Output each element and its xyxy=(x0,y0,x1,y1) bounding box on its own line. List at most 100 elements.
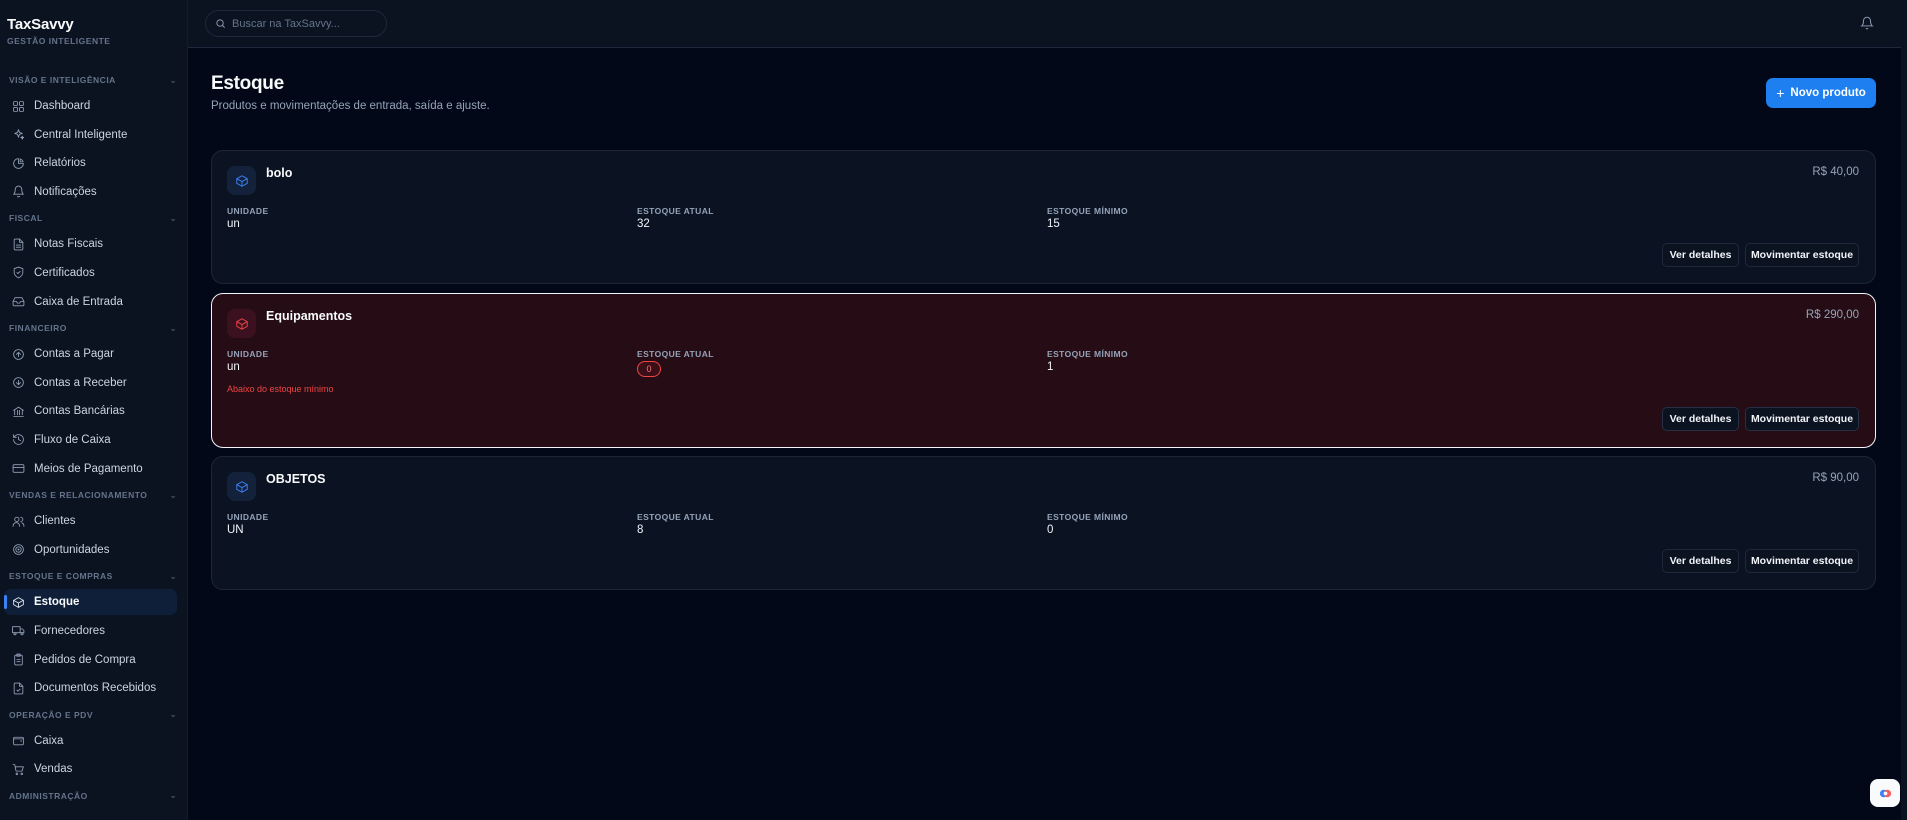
sidebar-item-caixa-de-entrada[interactable]: Caixa de Entrada xyxy=(4,289,177,315)
sidebar-item-label: Fluxo de Caixa xyxy=(34,433,111,446)
sidebar-item-label: Relatórios xyxy=(34,157,86,170)
page-title: Estoque xyxy=(211,73,284,94)
notifications-button[interactable] xyxy=(1860,16,1874,30)
sidebar-item-label: Dashboard xyxy=(34,100,91,112)
product-name: OBJETOS xyxy=(266,472,326,486)
sparkles-icon xyxy=(14,129,25,140)
chevron-down-icon: ⌄ xyxy=(169,75,177,85)
below-minimum-warning: Abaixo do estoque mínimo xyxy=(227,384,334,394)
bank-icon xyxy=(13,406,24,417)
sidebar-item-caixa[interactable]: Caixa xyxy=(4,728,177,754)
sidebar-item-label: Certificados xyxy=(34,266,95,279)
view-details-button[interactable]: Ver detalhes xyxy=(1662,243,1739,267)
chevron-down-icon: ⌄ xyxy=(169,791,177,801)
sidebar-item-pedidos-de-compra[interactable]: Pedidos de Compra xyxy=(4,647,177,673)
sidebar-item-label: Oportunidades xyxy=(34,543,110,556)
product-card: OBJETOS R$ 90,00 UNIDADE UN ESTOQUE ATUA… xyxy=(211,456,1876,590)
section-fiscal[interactable]: FISCAL ⌄ xyxy=(9,210,177,226)
move-stock-button[interactable]: Movimentar estoque xyxy=(1745,407,1859,431)
pie-chart-icon xyxy=(13,157,24,169)
section-title: ESTOQUE E COMPRAS xyxy=(9,571,113,582)
sidebar-item-label: Meios de Pagamento xyxy=(34,462,143,475)
sidebar-item-label: Contas a Pagar xyxy=(34,348,114,361)
sidebar-item-fluxo-de-caixa[interactable]: Fluxo de Caixa xyxy=(4,427,177,453)
sidebar-item-contas-bancarias[interactable]: Contas Bancárias xyxy=(4,398,177,424)
sidebar: TaxSavvy GESTÃO INTELIGENTE VISÃO E INTE… xyxy=(0,0,188,820)
section-title: ADMINISTRAÇÃO xyxy=(9,790,88,801)
users-icon xyxy=(12,516,25,527)
section-administracao[interactable]: ADMINISTRAÇÃO ⌄ xyxy=(9,788,177,804)
assistant-fab[interactable] xyxy=(1870,779,1900,807)
product-price: R$ 40,00 xyxy=(1812,166,1859,178)
unit-label: UNIDADE xyxy=(227,512,269,522)
current-stock-value: 8 xyxy=(637,524,644,536)
chevron-down-icon: ⌄ xyxy=(169,490,177,500)
chevron-down-icon: ⌄ xyxy=(169,571,177,581)
product-price: R$ 290,00 xyxy=(1805,309,1859,321)
scrollbar[interactable] xyxy=(1901,0,1907,820)
search-input[interactable] xyxy=(232,17,372,30)
product-name: bolo xyxy=(266,166,293,180)
search-icon xyxy=(216,19,225,28)
sidebar-item-label: Vendas xyxy=(34,763,73,776)
section-vendas-relacionamento[interactable]: VENDAS E RELACIONAMENTO ⌄ xyxy=(9,487,177,503)
sidebar-item-meios-de-pagamento[interactable]: Meios de Pagamento xyxy=(4,456,177,482)
package-icon xyxy=(227,309,256,338)
credit-card-icon xyxy=(12,464,25,473)
sidebar-item-contas-a-receber[interactable]: Contas a Receber xyxy=(4,370,177,396)
sidebar-item-dashboard[interactable]: Dashboard xyxy=(4,93,177,119)
current-stock-label: ESTOQUE ATUAL xyxy=(637,206,714,216)
current-stock-badge: 0 xyxy=(637,361,661,377)
clipboard-icon xyxy=(14,653,23,666)
package-icon xyxy=(13,597,24,608)
view-details-button[interactable]: Ver detalhes xyxy=(1662,407,1739,431)
sidebar-item-certificados[interactable]: Certificados xyxy=(4,260,177,286)
sidebar-item-relatorios[interactable]: Relatórios xyxy=(4,150,177,176)
sidebar-item-documentos-recebidos[interactable]: Documentos Recebidos xyxy=(4,675,177,701)
sidebar-item-estoque[interactable]: Estoque xyxy=(4,589,177,616)
sidebar-item-oportunidades[interactable]: Oportunidades xyxy=(4,537,177,563)
section-visao-inteligencia[interactable]: VISÃO E INTELIGÊNCIA ⌄ xyxy=(9,72,177,88)
section-title: VENDAS E RELACIONAMENTO xyxy=(9,490,148,501)
topbar xyxy=(188,0,1907,48)
sidebar-item-vendas[interactable]: Vendas xyxy=(4,756,177,782)
sidebar-item-contas-a-pagar[interactable]: Contas a Pagar xyxy=(4,341,177,367)
sidebar-item-label: Fornecedores xyxy=(34,624,105,637)
unit-value: UN xyxy=(227,524,244,536)
package-icon xyxy=(227,166,256,195)
main-content: Estoque Produtos e movimentações de entr… xyxy=(188,48,1901,820)
history-icon xyxy=(13,434,24,446)
current-stock-label: ESTOQUE ATUAL xyxy=(637,349,714,359)
section-operacao-pdv[interactable]: OPERAÇÃO E PDV ⌄ xyxy=(9,707,177,723)
move-stock-button[interactable]: Movimentar estoque xyxy=(1745,549,1859,573)
brand: TaxSavvy GESTÃO INTELIGENTE xyxy=(0,0,187,72)
minimum-stock-value: 1 xyxy=(1047,361,1054,373)
brand-tagline: GESTÃO INTELIGENTE xyxy=(7,36,111,46)
product-card: bolo R$ 40,00 UNIDADE un ESTOQUE ATUAL 3… xyxy=(211,150,1876,284)
move-stock-button[interactable]: Movimentar estoque xyxy=(1745,243,1859,267)
search-box[interactable] xyxy=(205,10,387,37)
file-check-icon xyxy=(13,682,24,694)
shield-icon xyxy=(13,267,24,279)
sidebar-item-label: Estoque xyxy=(34,596,80,609)
target-icon xyxy=(13,544,24,556)
section-financeiro[interactable]: FINANCEIRO ⌄ xyxy=(9,320,177,336)
section-estoque-compras[interactable]: ESTOQUE E COMPRAS ⌄ xyxy=(9,568,177,584)
product-name: Equipamentos xyxy=(266,309,353,323)
sidebar-item-label: Documentos Recebidos xyxy=(34,682,157,695)
chevron-down-icon: ⌄ xyxy=(169,710,177,720)
sidebar-item-fornecedores[interactable]: Fornecedores xyxy=(4,618,177,644)
sidebar-item-central-inteligente[interactable]: Central Inteligente xyxy=(4,122,177,148)
new-product-button[interactable]: + Novo produto xyxy=(1766,78,1876,108)
sidebar-item-label: Notas Fiscais xyxy=(34,238,104,251)
minimum-stock-label: ESTOQUE MÍNIMO xyxy=(1047,512,1129,522)
brand-name: TaxSavvy xyxy=(7,16,74,33)
section-title: FINANCEIRO xyxy=(9,323,67,334)
minimum-stock-label: ESTOQUE MÍNIMO xyxy=(1047,206,1129,216)
product-card-alert: Equipamentos R$ 290,00 UNIDADE un ESTOQU… xyxy=(211,293,1876,448)
sidebar-item-label: Pedidos de Compra xyxy=(34,653,136,666)
sidebar-item-notas-fiscais[interactable]: Notas Fiscais xyxy=(4,231,177,257)
sidebar-item-notificacoes[interactable]: Notificações xyxy=(4,179,177,205)
view-details-button[interactable]: Ver detalhes xyxy=(1662,549,1739,573)
sidebar-item-clientes[interactable]: Clientes xyxy=(4,508,177,534)
